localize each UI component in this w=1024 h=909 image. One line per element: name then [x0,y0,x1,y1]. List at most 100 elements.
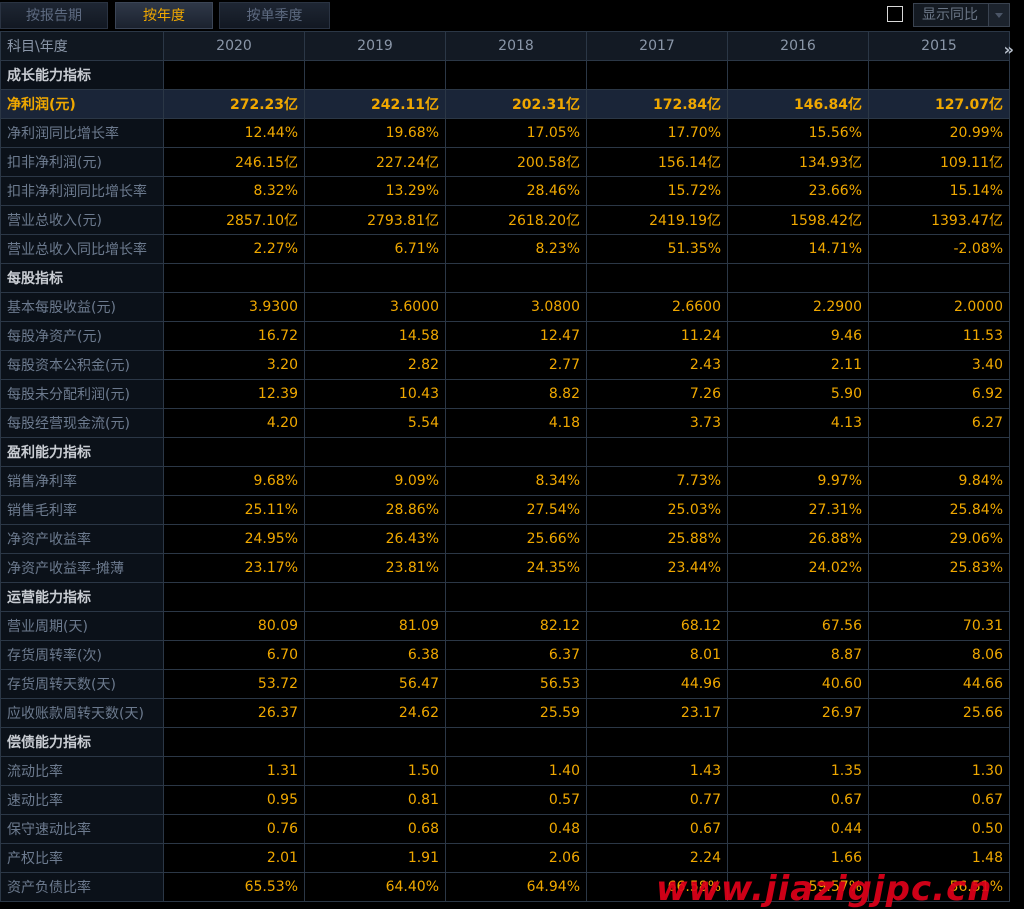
cell-value: 2.82 [304,350,446,380]
cell-value: 64.94% [445,872,587,902]
cell-value [868,263,1010,293]
table-row: 营业总收入(元) 2857.10亿 2793.81亿 2618.20亿 2419.19亿… [0,205,1010,235]
cell-value [727,60,869,90]
cell-value: 15.56% [727,118,869,148]
tab-by-report-period[interactable]: 按报告期 [0,2,108,29]
chevron-down-icon[interactable] [988,4,1009,26]
cell-value: 23.66% [727,176,869,206]
cell-value [868,727,1010,757]
row-label: 流动比率 [0,756,164,786]
row-label: 销售净利率 [0,466,164,496]
cell-value: 11.53 [868,321,1010,351]
cell-value: 2857.10亿 [163,205,305,235]
cell-value: 8.82 [445,379,587,409]
cell-value: 26.43% [304,524,446,554]
cell-value: 23.81% [304,553,446,583]
cell-value: 2.6600 [586,292,728,322]
cell-value: 200.58亿 [445,147,587,177]
cell-value: 227.24亿 [304,147,446,177]
cell-value [445,727,587,757]
cell-value [727,263,869,293]
row-label: 净利润(元) [0,89,164,119]
year-header[interactable]: 2019 [304,31,446,61]
cell-value: 28.86% [304,495,446,525]
compare-dropdown-label: 显示同比 [922,7,978,23]
cell-value: 2.06 [445,843,587,873]
table-row: 扣非净利润同比增长率 8.32% 13.29% 28.46% 15.72% 23.66% 1… [0,176,1010,206]
cell-value: 2618.20亿 [445,205,587,235]
cell-value: 80.09 [163,611,305,641]
year-header[interactable]: 2015 [868,31,1010,61]
cell-value [163,437,305,467]
cell-value: 23.44% [586,553,728,583]
cell-value: 6.38 [304,640,446,670]
year-header[interactable]: 2016 [727,31,869,61]
cell-value [163,263,305,293]
cell-value: 1.31 [163,756,305,786]
table-row: 营业周期(天) 80.09 81.09 82.12 68.12 67.56 70.31 [0,611,1010,641]
year-header[interactable]: 2017 [586,31,728,61]
cell-value: 8.06 [868,640,1010,670]
cell-value [304,263,446,293]
cell-value: 24.35% [445,553,587,583]
cell-value: 3.0800 [445,292,587,322]
cell-value: 2.01 [163,843,305,873]
cell-value: 24.62 [304,698,446,728]
cell-value: 1.35 [727,756,869,786]
cell-value: 172.84亿 [586,89,728,119]
cell-value [868,582,1010,612]
compare-checkbox[interactable] [887,6,903,22]
table-row: 存货周转天数(天) 53.72 56.47 56.53 44.96 40.60 44.66 [0,669,1010,699]
cell-value: 2793.81亿 [304,205,446,235]
year-header[interactable]: 2020 [163,31,305,61]
cell-value [304,582,446,612]
table-row: 净资产收益率 24.95% 26.43% 25.66% 25.88% 26.88% 29.0… [0,524,1010,554]
cell-value: 134.93亿 [727,147,869,177]
row-label: 销售毛利率 [0,495,164,525]
cell-value: 5.90 [727,379,869,409]
cell-value: 2.0000 [868,292,1010,322]
cell-value: 27.31% [727,495,869,525]
cell-value: 9.84% [868,466,1010,496]
cell-value: 19.68% [304,118,446,148]
cell-value: 24.02% [727,553,869,583]
cell-value: 8.01 [586,640,728,670]
row-label: 扣非净利润同比增长率 [0,176,164,206]
row-label: 资产负债比率 [0,872,164,902]
table-row: 销售毛利率 25.11% 28.86% 27.54% 25.03% 27.31% 25.84… [0,495,1010,525]
row-label: 每股净资产(元) [0,321,164,351]
cell-value: 12.47 [445,321,587,351]
cell-value [304,60,446,90]
cell-value: 3.6000 [304,292,446,322]
cell-value: 0.76 [163,814,305,844]
table-row: 营业总收入同比增长率 2.27% 6.71% 8.23% 51.35% 14.71% -2.… [0,234,1010,264]
table-row: 每股经营现金流(元) 4.20 5.54 4.18 3.73 4.13 6.27 [0,408,1010,438]
tab-by-year[interactable]: 按年度 [115,2,213,29]
cell-value: 0.44 [727,814,869,844]
table-row: 销售净利率 9.68% 9.09% 8.34% 7.73% 9.97% 9.84% [0,466,1010,496]
section-label: 盈利能力指标 [0,437,164,467]
cell-value: -2.08% [868,234,1010,264]
row-label: 存货周转天数(天) [0,669,164,699]
table-row: 速动比率 0.95 0.81 0.57 0.77 0.67 0.67 [0,785,1010,815]
cell-value: 10.43 [304,379,446,409]
scroll-right-icon[interactable]: » [1004,40,1014,59]
cell-value: 272.23亿 [163,89,305,119]
cell-value [727,582,869,612]
cell-value: 0.67 [727,785,869,815]
compare-dropdown[interactable]: 显示同比 [913,3,1010,27]
cell-value: 3.40 [868,350,1010,380]
cell-value: 127.07亿 [868,89,1010,119]
section-label: 每股指标 [0,263,164,293]
table-row: 每股净资产(元) 16.72 14.58 12.47 11.24 9.46 11.53 [0,321,1010,351]
cell-value: 9.97% [727,466,869,496]
cell-value: 242.11亿 [304,89,446,119]
year-header[interactable]: 2018 [445,31,587,61]
cell-value: 11.24 [586,321,728,351]
cell-value: 8.32% [163,176,305,206]
cell-value: 0.67 [868,785,1010,815]
section-row: 运营能力指标 [0,582,1010,612]
tab-by-quarter[interactable]: 按单季度 [219,2,330,29]
financial-indicators-table: 科目\年度 2020 2019 2018 2017 2016 2015 成长能力… [0,31,1010,902]
row-label: 速动比率 [0,785,164,815]
